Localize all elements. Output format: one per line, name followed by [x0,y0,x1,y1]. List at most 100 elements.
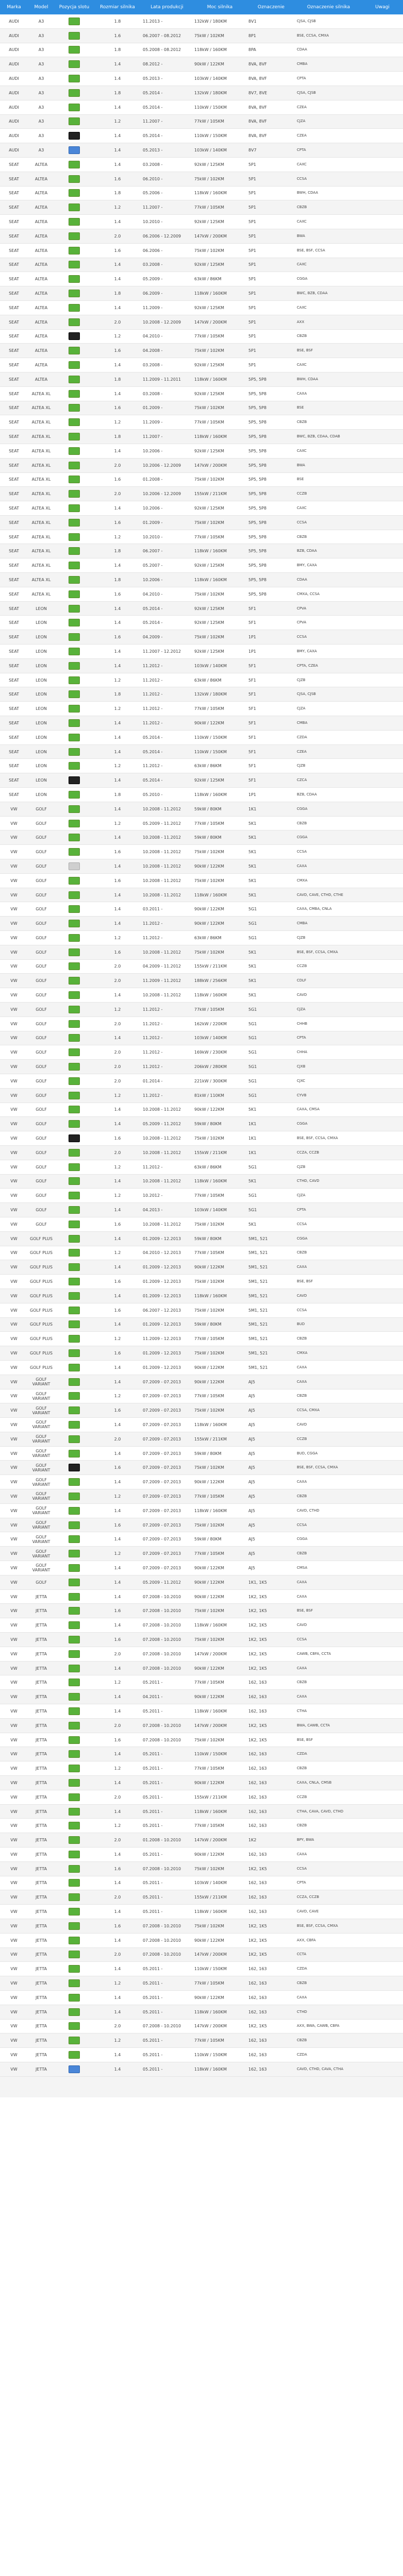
years-cell: 10.2010 - [143,534,163,539]
note-cell [362,430,403,444]
engine-code-cell: CAVD, CAVE [297,1909,319,1914]
code-cell: 162, 163 [248,1694,267,1700]
years-cell: 07.2008 - 10.2010 [143,1737,181,1742]
make-cell: AUDI [9,33,19,38]
model-cell: JETTA [36,1637,47,1642]
note-cell [362,1332,403,1346]
make-cell: AUDI [9,76,19,81]
model-cell: GOLF [36,1193,47,1198]
header-cell: Oznaczenie [258,5,284,10]
engine-cell: 1.2 [114,1250,121,1256]
code-cell: 162, 163 [248,2066,267,2072]
table-row: VW GOLF 1.4 10.2008 - 11.2012 59kW / 80KM 1K1… [0,802,403,817]
table-row: VW GOLF VARIANT 1.4 07.2009 - 07.2013 118kW … [0,1504,403,1518]
model-cell: GOLF [36,1021,47,1026]
make-cell: VW [10,1551,18,1556]
model-cell: ALTEA XL [31,463,51,468]
engine-code-cell: CBZB [297,1250,307,1255]
note-cell [362,1805,403,1819]
make-cell: VW [10,1422,18,1427]
years-cell: 11.2012 - [143,720,163,725]
slot-badge-icon [69,1192,80,1200]
code-cell: 1K1 [248,1122,257,1127]
table-row: SEAT ALTEA XL 1.8 10.2006 -118kW / 160KM 5P5… [0,573,403,587]
years-cell: 07.2008 - 10.2010 [143,1923,181,1928]
slot-badge-icon [69,1020,80,1028]
engine-cell: 1.4 [114,76,121,81]
code-cell: 5P1 [248,219,257,225]
power-cell: 90kW / 122KM [194,921,224,926]
code-cell: 8VA, 8VF [248,133,267,139]
engine-code-cell: CAXA [297,391,307,396]
note-cell [362,1275,403,1289]
power-cell: 77kW / 105KM [194,1680,224,1685]
code-cell: AJ5 [248,1422,255,1427]
code-cell: 162, 163 [248,1981,267,1986]
table-row: VW GOLF 1.6 10.2008 - 11.2012 75kW / 102KM 5K… [0,845,403,860]
table-row: VW JETTA 1.4 05.2011 -118kW / 160KM 162, 163… [0,1804,403,1819]
table-row: VW GOLF PLUS 1.6 06.2007 - 12.2013 75kW / 10… [0,1303,403,1318]
code-cell: 1K1 [248,1136,257,1141]
code-cell: 5K1 [248,863,257,869]
years-cell: 11.2013 - [143,19,163,24]
make-cell: VW [10,1078,18,1083]
code-cell: 5P1 [248,205,257,210]
table-row: SEAT ALTEA XL 1.8 06.2007 -118kW / 160KM 5P5… [0,544,403,559]
engine-code-cell: CBZB [297,1981,307,1986]
power-cell: 155kW / 211KM [194,1794,227,1800]
years-cell: 10.2006 - 12.2009 [143,463,181,468]
table-row: SEAT ALTEA XL 1.2 11.2009 -77kW / 105KM 5P5,… [0,415,403,430]
engine-code-cell: CJXC [297,1078,306,1083]
years-cell: 03.2008 - [143,391,163,396]
engine-code-cell: CJZA [297,706,306,711]
model-cell: JETTA [36,2066,47,2072]
years-cell: 05.2009 - 11.2012 [143,1580,181,1585]
engine-cell: 1.6 [114,1465,121,1470]
make-cell: SEAT [9,248,19,253]
make-cell: SEAT [9,520,19,525]
model-cell: GOLF [36,850,47,855]
model-cell: ALTEA XL [31,534,51,539]
make-cell: SEAT [9,363,19,368]
table-row: SEAT ALTEA 1.8 05.2006 -118kW / 160KM 5P1 BWH… [0,187,403,201]
note-cell [362,1089,403,1103]
make-cell: VW [10,1208,18,1213]
power-cell: 118kW / 160KM [194,1508,227,1513]
code-cell: 5P1 [248,191,257,196]
slot-cell [55,544,94,558]
make-cell: VW [10,1923,18,1928]
make-cell: SEAT [9,649,19,654]
model-cell: GOLF PLUS [30,1322,53,1327]
years-cell: 05.2014 - [143,778,163,783]
engine-code-cell: CAXA, CMBA, CNLA [297,907,332,911]
table-row: VW GOLF 1.2 11.2012 -77kW / 105KM 5G1 CJZA [0,1002,403,1017]
model-cell: GOLF [36,1150,47,1155]
power-cell: 132kW / 180KM [194,90,227,95]
code-cell: 5K1 [248,850,257,855]
slot-cell [55,1017,94,1031]
engine-code-cell: BWC, BZB, CDAA, CDAB [297,434,340,438]
slot-cell [55,1675,94,1689]
power-cell: 92kW / 125KM [194,606,224,611]
engine-cell: 1.8 [114,47,121,53]
power-cell: 63kW / 86KM [194,764,222,769]
table-row: SEAT ALTEA XL 1.2 10.2010 -77kW / 105KM 5P5,… [0,530,403,545]
power-cell: 118kW / 160KM [194,1708,227,1714]
table-row: VW GOLF 1.4 04.2013 -103kW / 140KM 5G1 CPTA [0,1203,403,1217]
power-cell: 132kW / 180KM [194,692,227,697]
make-cell: VW [10,1866,18,1871]
note-cell [362,1303,403,1317]
power-cell: 59kW / 80KM [194,1451,222,1456]
slot-cell [55,57,94,71]
years-cell: 05.2011 - [143,2009,163,2014]
slot-badge-icon [69,1249,80,1257]
make-cell: AUDI [9,148,19,153]
slot-badge-icon [69,1707,80,1715]
header-cell: Pozycja slotu [59,5,90,10]
make-cell: VW [10,1351,18,1355]
engine-code-cell: CCSA [297,1866,307,1871]
model-cell: ALTEA XL [31,549,51,554]
model-cell: GOLF VARIANT [32,1391,51,1401]
slot-cell [55,802,94,816]
years-cell: 07.2009 - 07.2013 [143,1465,181,1470]
